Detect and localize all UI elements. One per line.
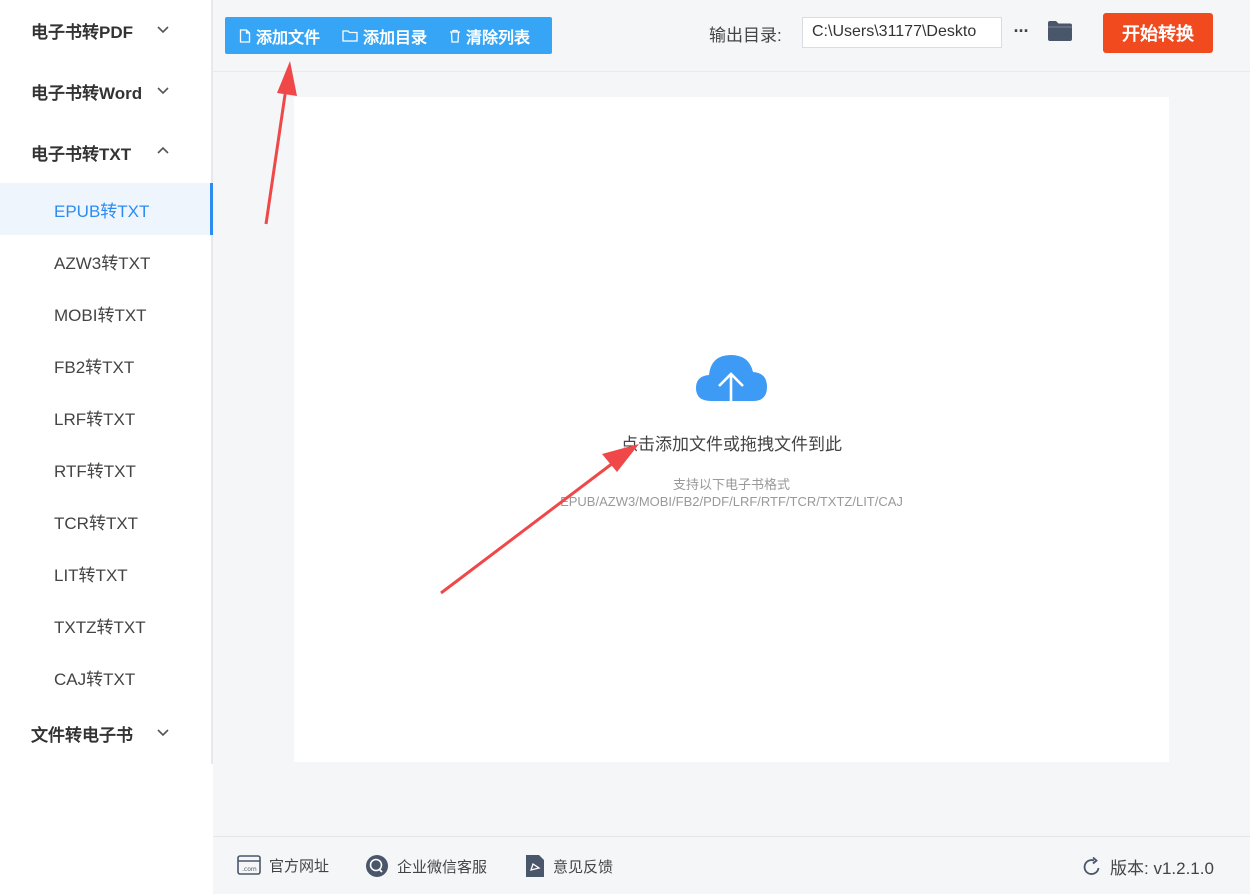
folder-outline-icon — [342, 30, 358, 42]
sidebar-item-label: FB2转TXT — [54, 357, 135, 377]
sidebar-group-label: 电子书转Word — [31, 84, 143, 103]
add-directory-button[interactable]: 添加目录 — [320, 17, 427, 54]
chevron-up-icon — [157, 146, 169, 154]
chevron-down-icon — [157, 26, 169, 34]
supported-formats-text: EPUB/AZW3/MOBI/FB2/PDF/LRF/RTF/TCR/TXTZ/… — [560, 494, 903, 509]
cloud-upload-icon — [696, 355, 767, 419]
feedback-icon — [526, 855, 544, 877]
clear-list-label: 清除列表 — [466, 29, 531, 47]
folder-icon[interactable] — [1047, 19, 1073, 43]
file-drop-zone[interactable]: 点击添加文件或拖拽文件到此 支持以下电子书格式 EPUB/AZW3/MOBI/F… — [294, 97, 1169, 762]
sidebar-item-label: CAJ转TXT — [54, 669, 136, 689]
sidebar-nav: 电子书转PDF 电子书转Word 电子书转TXT EPUB转TXT AZW3转T… — [0, 0, 213, 764]
trash-icon — [450, 29, 461, 43]
add-file-label: 添加文件 — [256, 29, 321, 47]
version-info[interactable]: 版本: v1.2.1.0 — [1082, 854, 1214, 879]
wechat-support-link[interactable]: 企业微信客服 — [365, 854, 487, 878]
website-icon: .com — [237, 855, 261, 875]
feedback-link[interactable]: 意见反馈 — [525, 854, 613, 878]
sidebar-group-label: 电子书转PDF — [31, 23, 133, 42]
sidebar-item-epub-txt[interactable]: EPUB转TXT — [0, 183, 213, 235]
wechat-label: 企业微信客服 — [397, 858, 488, 876]
sidebar-item-azw3-txt[interactable]: AZW3转TXT — [0, 235, 211, 287]
sidebar-group-label: 电子书转TXT — [31, 145, 132, 164]
sidebar-item-mobi-txt[interactable]: MOBI转TXT — [0, 287, 211, 339]
sidebar-group-to-ebook[interactable]: 文件转电子书 — [0, 703, 211, 764]
output-dir-label: 输出目录: — [709, 26, 782, 45]
arrow-to-add-file — [264, 61, 297, 225]
chevron-down-icon — [157, 87, 169, 95]
sidebar-item-label: AZW3转TXT — [54, 253, 151, 273]
sidebar-group-label: 文件转电子书 — [31, 726, 133, 745]
toolbar: 添加文件 添加目录 清除列表 输出目录: C:\Users\31177\Desk… — [213, 0, 1250, 72]
feedback-label: 意见反馈 — [553, 858, 614, 876]
refresh-icon — [1083, 856, 1100, 875]
sidebar-item-lit-txt[interactable]: LIT转TXT — [0, 547, 211, 599]
version-label: 版本: v1.2.1.0 — [1110, 859, 1214, 878]
file-icon — [239, 28, 251, 43]
sidebar-item-rtf-txt[interactable]: RTF转TXT — [0, 443, 211, 495]
sidebar-group-word[interactable]: 电子书转Word — [0, 61, 211, 122]
start-convert-button[interactable]: 开始转换 — [1103, 13, 1213, 53]
sidebar-item-label: TXTZ转TXT — [54, 617, 146, 637]
footer: .com 官方网址 企业微信客服 意见反馈 版本: v1.2.1.0 — [213, 836, 1250, 894]
sidebar-item-label: RTF转TXT — [54, 461, 136, 481]
browse-more-button[interactable]: ··· — [1009, 19, 1033, 43]
drop-zone-subtitle: 支持以下电子书格式 — [672, 477, 790, 492]
website-label: 官方网址 — [269, 857, 330, 875]
drop-zone-title: 点击添加文件或拖拽文件到此 — [621, 435, 842, 454]
sidebar-group-pdf[interactable]: 电子书转PDF — [0, 0, 211, 61]
add-directory-label: 添加目录 — [363, 29, 428, 47]
sidebar-item-label: TCR转TXT — [54, 513, 139, 533]
website-link[interactable]: .com 官方网址 — [237, 854, 329, 876]
chevron-down-icon — [157, 729, 169, 737]
sidebar-item-label: LRF转TXT — [54, 409, 136, 429]
add-file-button[interactable]: 添加文件 — [225, 17, 320, 54]
file-button-group: 添加文件 添加目录 清除列表 — [225, 17, 552, 54]
wechat-icon — [366, 855, 388, 877]
sidebar-item-label: EPUB转TXT — [54, 201, 150, 221]
sidebar-group-txt[interactable]: 电子书转TXT — [0, 122, 211, 183]
sidebar-item-lrf-txt[interactable]: LRF转TXT — [0, 391, 211, 443]
more-icon: ··· — [1013, 20, 1030, 41]
output-dir-field[interactable]: C:\Users\31177\Deskto — [802, 17, 1002, 48]
svg-text:.com: .com — [242, 866, 257, 873]
clear-list-button[interactable]: 清除列表 — [427, 17, 530, 54]
sidebar-item-caj-txt[interactable]: CAJ转TXT — [0, 651, 211, 703]
sidebar-item-label: LIT转TXT — [54, 565, 128, 585]
sidebar-item-fb2-txt[interactable]: FB2转TXT — [0, 339, 211, 391]
sidebar-item-txtz-txt[interactable]: TXTZ转TXT — [0, 599, 211, 651]
sidebar: 电子书转PDF 电子书转Word 电子书转TXT EPUB转TXT AZW3转T… — [0, 0, 213, 894]
sidebar-item-tcr-txt[interactable]: TCR转TXT — [0, 495, 211, 547]
sidebar-item-label: MOBI转TXT — [54, 305, 147, 325]
